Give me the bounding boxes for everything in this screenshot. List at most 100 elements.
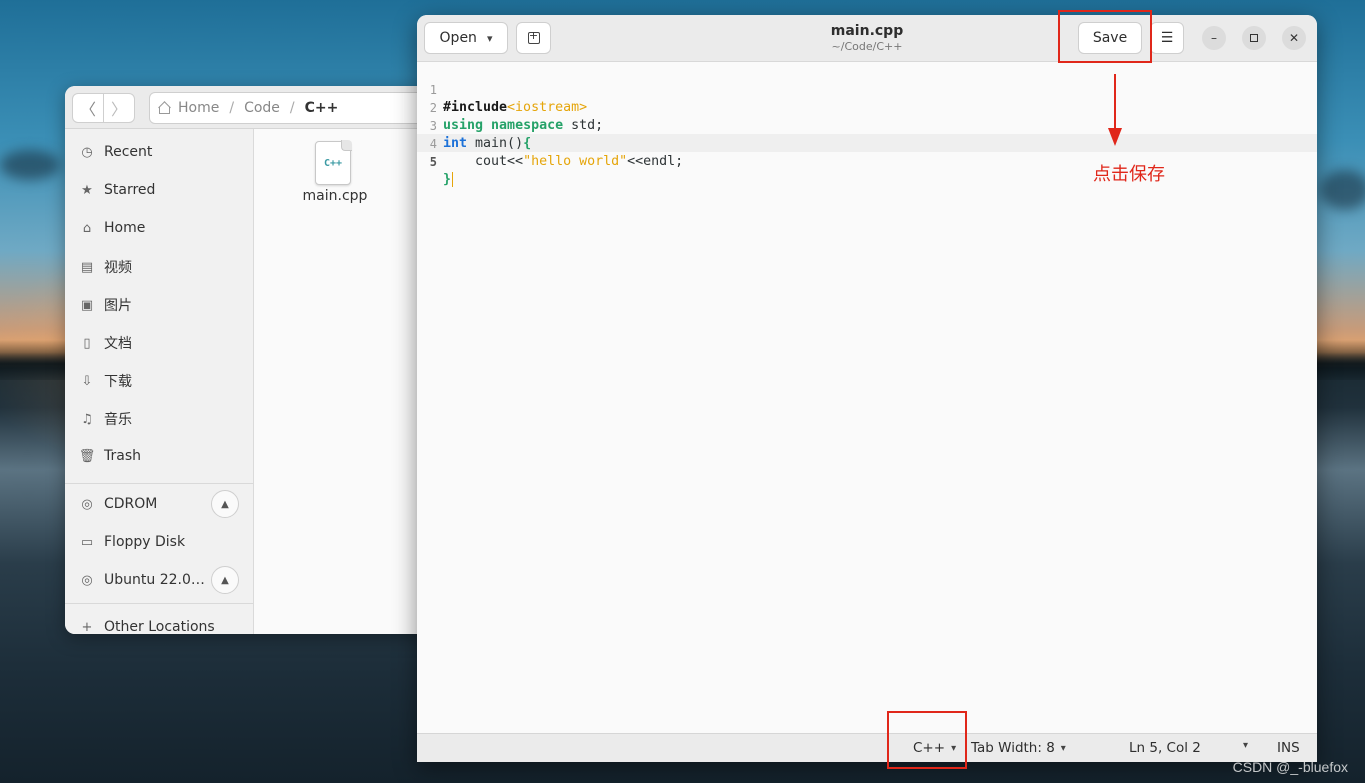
sidebar-item-label: 下载 <box>104 374 132 390</box>
forward-button[interactable]: 〉 <box>103 93 135 123</box>
code-token: "hello world" <box>523 154 628 169</box>
annotation-text: 点击保存 <box>1093 164 1165 185</box>
insert-mode-label: INS <box>1277 740 1300 756</box>
sidebar-item-other-locations[interactable]: + Other Locations <box>65 610 253 634</box>
sidebar-item-floppy[interactable]: ▭ Floppy Disk <box>65 525 253 559</box>
sidebar-item-downloads[interactable]: ⇩ 下载 <box>65 364 253 398</box>
sidebar-divider <box>65 603 253 604</box>
sidebar-item-pictures[interactable]: ▣ 图片 <box>65 288 253 322</box>
disc-icon: ◎ <box>81 572 93 588</box>
breadcrumb: Home / Code / C++ <box>149 92 435 124</box>
sidebar-item-cdrom[interactable]: ◎ CDROM ▲ <box>65 487 253 521</box>
plus-icon: + <box>81 619 93 635</box>
code-line: 3 int main(){ <box>417 99 531 151</box>
close-button[interactable]: ✕ <box>1282 26 1306 50</box>
sidebar-item-videos[interactable]: ▤ 视频 <box>65 250 253 284</box>
chevron-down-icon: ▾ <box>1060 742 1066 754</box>
annotation-arrow-head <box>1108 128 1122 146</box>
sidebar-item-label: 文档 <box>104 336 132 352</box>
cpp-file-icon[interactable]: C++ <box>315 140 352 185</box>
tab-width-label: Tab Width: 8 <box>971 740 1055 756</box>
minimize-button[interactable]: – <box>1202 26 1226 50</box>
sidebar-item-label: Other Locations <box>104 619 215 634</box>
image-icon: ▣ <box>80 297 94 313</box>
sidebar-item-music[interactable]: ♫ 音乐 <box>65 402 253 436</box>
breadcrumb-current[interactable]: C++ <box>305 100 339 116</box>
code-token: namespace <box>491 118 564 133</box>
cursor-position[interactable]: Ln 5, Col 2 <box>1129 740 1201 756</box>
cursor-position-label: Ln 5, Col 2 <box>1129 740 1201 756</box>
files-window: 〈 〉 Home / Code / C++ ◷ Recent ★ Starred ⌂… <box>65 86 435 634</box>
sidebar-item-trash[interactable]: 🗑 Trash <box>65 439 253 473</box>
code-line: 5 } <box>417 135 465 187</box>
maximize-button[interactable] <box>1242 26 1266 50</box>
code-editor[interactable]: 1 #include<iostream> 2 using namespace s… <box>417 62 1317 734</box>
download-icon: ⇩ <box>81 373 93 389</box>
code-token: { <box>523 136 532 151</box>
document-icon: ▯ <box>83 335 91 351</box>
sidebar-item-recent[interactable]: ◷ Recent <box>65 135 253 169</box>
code-token: <iostream> <box>507 100 588 115</box>
file-type-tag: C++ <box>323 158 343 169</box>
sidebar-item-label: 视频 <box>104 260 132 276</box>
sidebar: ◷ Recent ★ Starred ⌂ Home ▤ 视频 ▣ 图片 ▯ 文档 ⇩ 下载 ♫… <box>65 129 254 634</box>
wallpaper-cloud <box>0 150 60 180</box>
wallpaper-cloud <box>1320 170 1365 210</box>
insert-mode-indicator: INS <box>1277 740 1300 756</box>
trash-icon: 🗑 <box>78 448 96 464</box>
video-icon: ▤ <box>80 259 94 275</box>
editor-header: Open ▾ main.cpp ~/Code/C++ Save ☰ – ✕ <box>417 15 1317 62</box>
eject-icon[interactable]: ▲ <box>211 490 239 518</box>
sidebar-item-ubuntu[interactable]: ◎ Ubuntu 22.0… ▲ <box>65 563 253 597</box>
code-line: 2 using namespace std; <box>417 81 603 133</box>
text-cursor <box>452 171 454 187</box>
code-token: } <box>443 172 452 187</box>
sidebar-item-label: Starred <box>104 182 156 198</box>
sidebar-item-label: Trash <box>104 448 141 464</box>
chevron-down-icon: ▾ <box>1243 740 1249 751</box>
code-token: <<endl; <box>627 154 684 169</box>
sidebar-item-label: Home <box>104 220 146 236</box>
annotation-arrow-line <box>1114 74 1116 132</box>
close-icon: ✕ <box>1288 31 1300 45</box>
watermark: CSDN @_-bluefox <box>1232 759 1348 775</box>
clock-icon: ◷ <box>81 144 93 160</box>
breadcrumb-home[interactable]: Home <box>178 100 219 116</box>
maximize-icon <box>1250 34 1258 42</box>
star-icon: ★ <box>81 182 93 198</box>
language-highlight-box <box>887 711 967 769</box>
sidebar-item-home[interactable]: ⌂ Home <box>65 211 253 245</box>
back-button[interactable]: 〈 <box>72 93 104 123</box>
sidebar-item-starred[interactable]: ★ Starred <box>65 173 253 207</box>
text-editor-window: Open ▾ main.cpp ~/Code/C++ Save ☰ – ✕ 1 … <box>417 15 1317 762</box>
tab-width-selector[interactable]: Tab Width: 8 ▾ <box>971 740 1066 756</box>
breadcrumb-separator: / <box>289 100 295 116</box>
breadcrumb-separator: / <box>229 100 235 116</box>
files-header: 〈 〉 Home / Code / C++ <box>65 86 435 129</box>
minimize-icon: – <box>1211 31 1217 45</box>
music-icon: ♫ <box>81 411 93 427</box>
home-icon: ⌂ <box>82 220 92 236</box>
file-name[interactable]: main.cpp <box>290 188 380 204</box>
line-number: 5 <box>429 155 437 169</box>
breadcrumb-code[interactable]: Code <box>244 100 280 116</box>
code-line: 4 cout<<"hello world"<<endl; <box>417 117 683 169</box>
sidebar-item-label: 音乐 <box>104 412 132 428</box>
sidebar-item-label: Recent <box>104 144 153 160</box>
sidebar-item-label: 图片 <box>104 298 132 314</box>
drive-icon: ▭ <box>80 534 94 550</box>
sidebar-divider <box>65 483 253 484</box>
disc-icon: ◎ <box>81 496 93 512</box>
sidebar-item-documents[interactable]: ▯ 文档 <box>65 326 253 360</box>
sidebar-item-label: CDROM <box>104 496 158 512</box>
chevron-right-icon: 〉 <box>110 100 127 119</box>
sidebar-item-label: Ubuntu 22.0… <box>104 572 205 588</box>
position-menu-button[interactable]: ▾ <box>1237 740 1248 751</box>
file-fold <box>341 140 352 151</box>
eject-icon[interactable]: ▲ <box>211 566 239 594</box>
hamburger-menu-button[interactable]: ☰ <box>1150 22 1184 54</box>
hamburger-icon: ☰ <box>1160 30 1174 46</box>
home-icon <box>158 102 172 114</box>
code-token: std; <box>563 118 604 133</box>
chevron-left-icon: 〈 <box>79 100 96 119</box>
